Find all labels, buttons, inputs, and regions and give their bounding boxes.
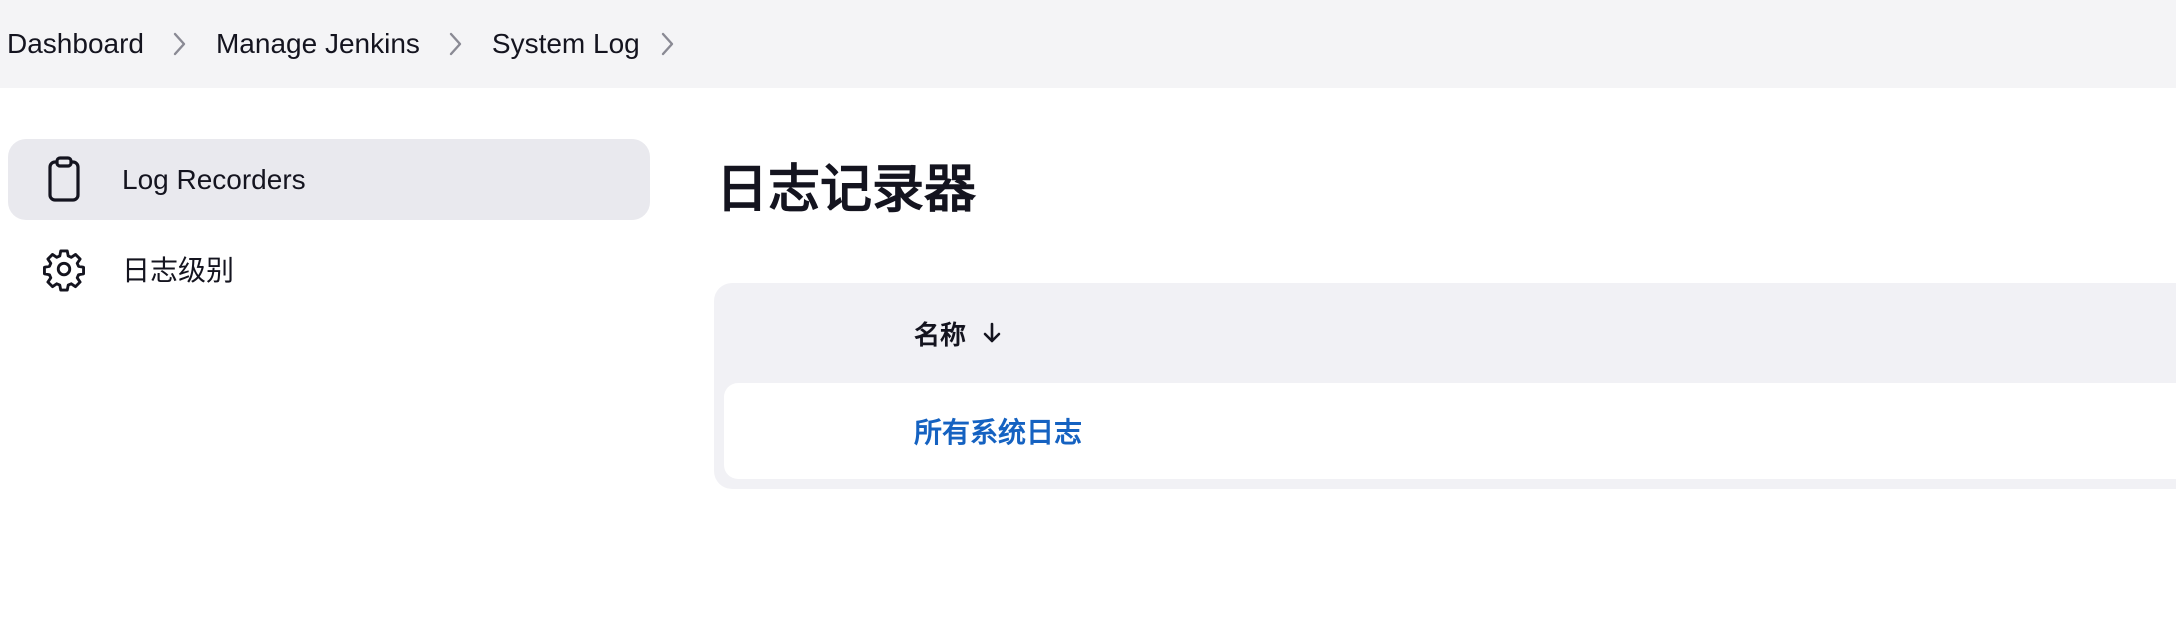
page-title: 日志记录器	[716, 161, 977, 219]
chevron-right-icon[interactable]	[640, 24, 696, 64]
log-recorder-link[interactable]: 所有系统日志	[914, 411, 1082, 451]
log-recorders-table: 名称 所有系统日志	[714, 283, 2176, 489]
table-header: 名称	[724, 283, 2176, 383]
breadcrumb-dashboard[interactable]: Dashboard	[7, 28, 144, 60]
sidebar-item-label: Log Recorders	[122, 163, 306, 195]
sidebar-item-label: 日志级别	[122, 254, 235, 286]
sidebar: Log Recorders 日志级别	[8, 139, 650, 317]
column-header-name[interactable]: 名称	[914, 315, 1004, 352]
sidebar-item-log-levels[interactable]: 日志级别	[8, 228, 650, 309]
breadcrumb-system-log[interactable]: System Log	[492, 28, 640, 60]
table-row: 所有系统日志	[724, 383, 2176, 479]
sidebar-item-log-recorders[interactable]: Log Recorders	[8, 139, 650, 220]
chevron-right-icon	[420, 24, 492, 64]
breadcrumb-manage-jenkins[interactable]: Manage Jenkins	[216, 28, 420, 60]
breadcrumb: Dashboard Manage Jenkins System Log	[0, 0, 2176, 88]
column-header-label: 名称	[914, 319, 967, 350]
gear-icon	[36, 241, 92, 297]
clipboard-icon	[36, 152, 92, 208]
chevron-right-icon	[144, 24, 216, 64]
arrow-down-icon	[980, 321, 1004, 345]
